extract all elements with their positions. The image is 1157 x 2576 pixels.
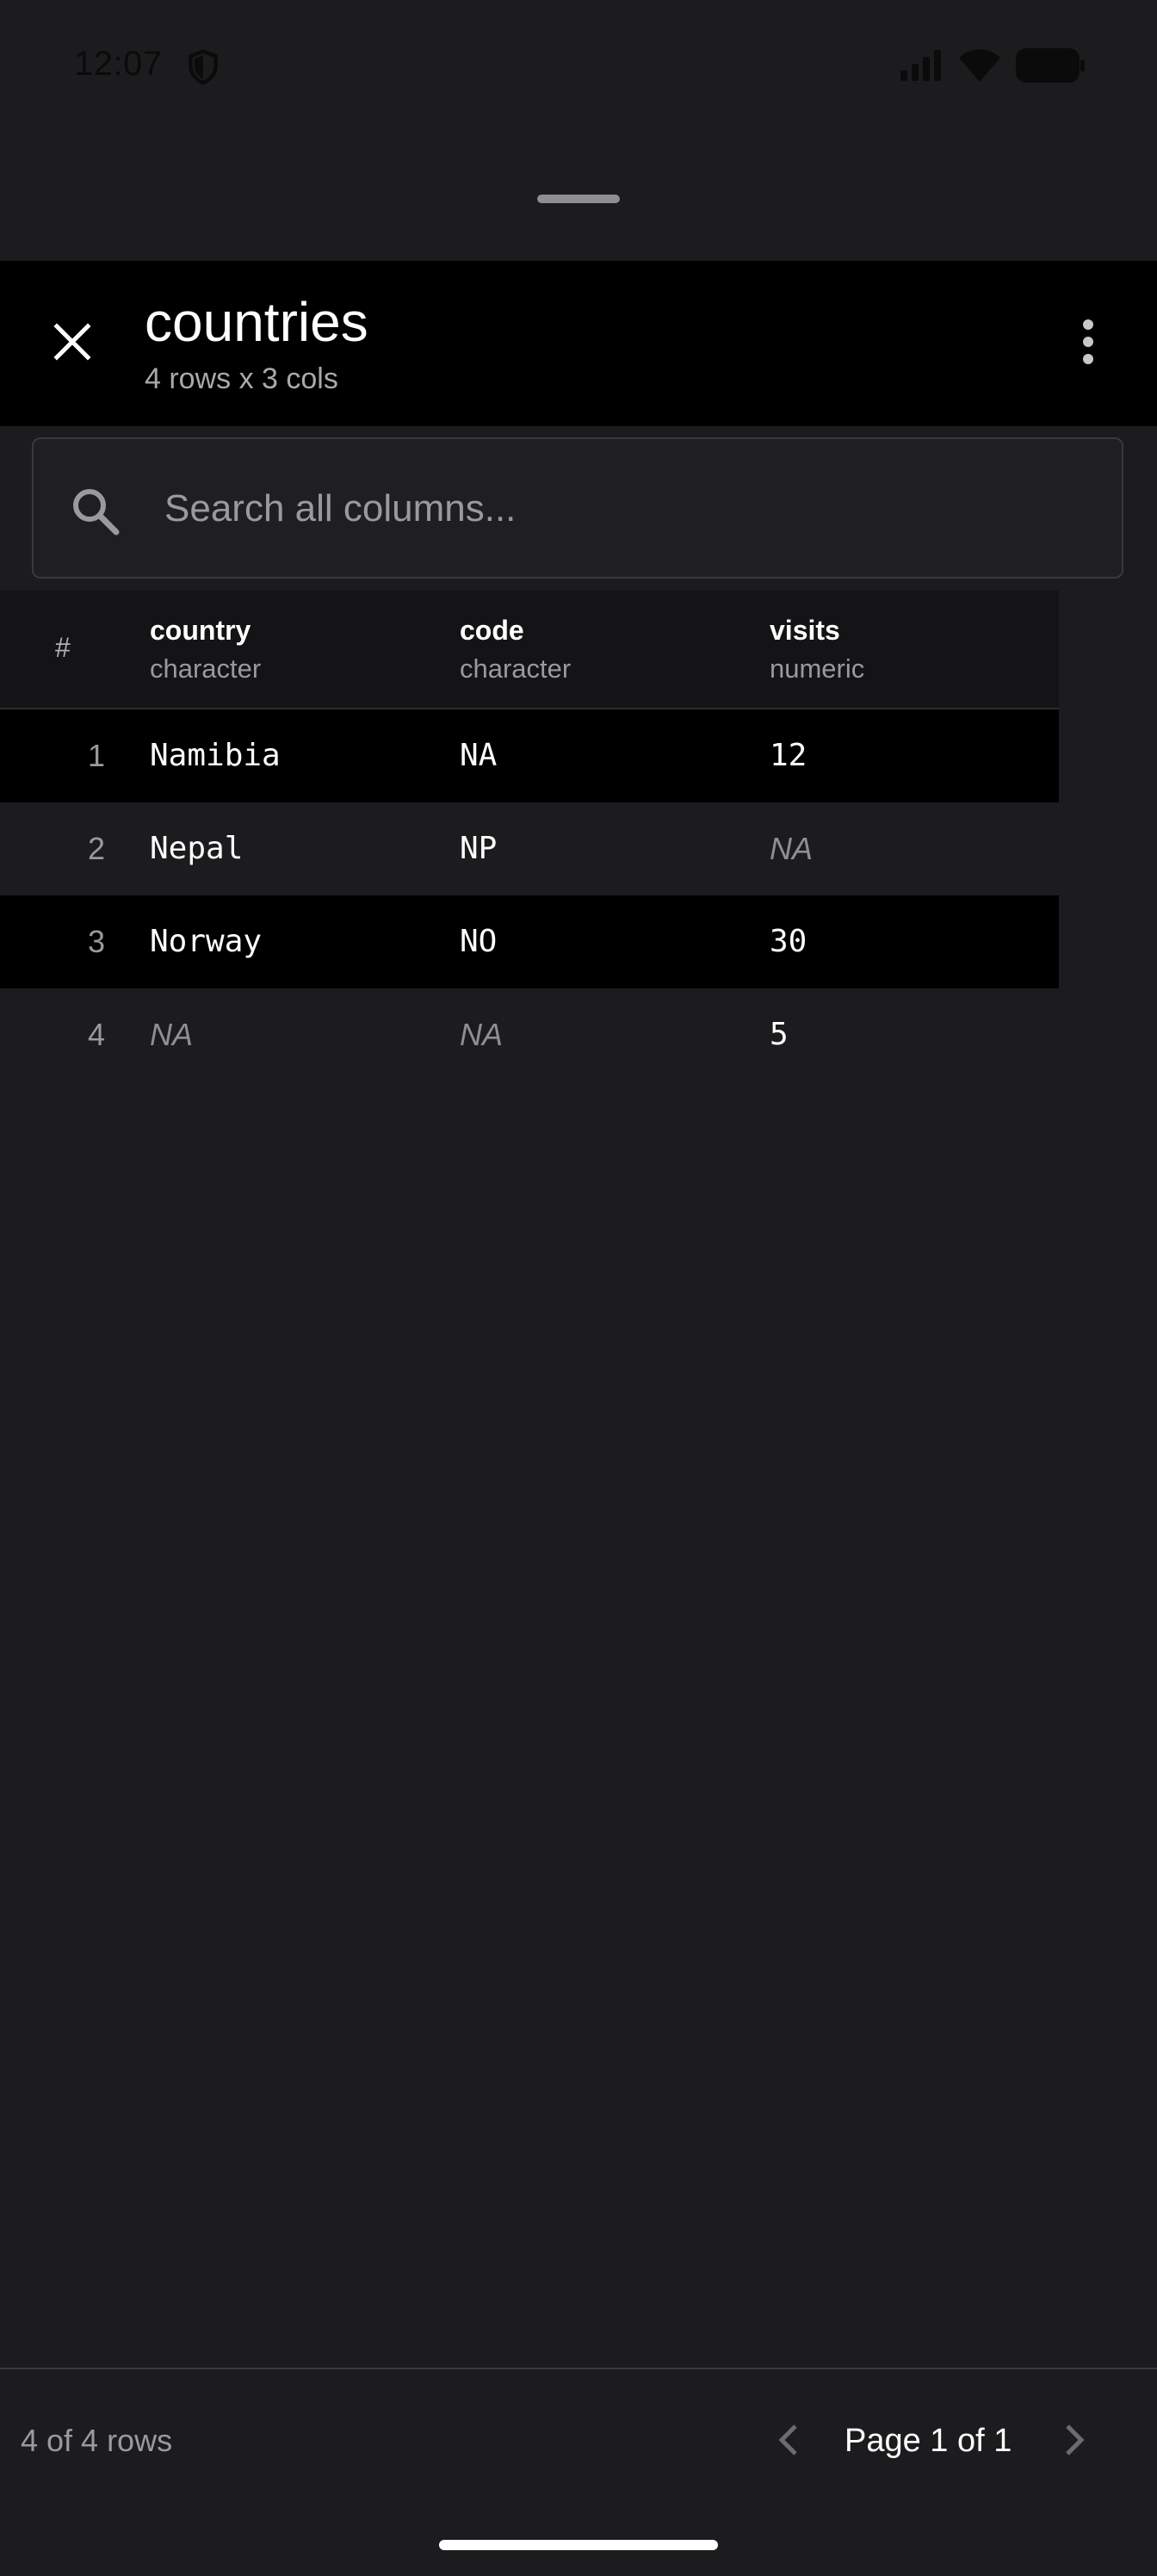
column-name: code	[460, 615, 524, 646]
row-index: 4	[87, 1017, 105, 1052]
page-indicator: Page 1 of 1	[845, 2423, 1012, 2459]
search-icon	[68, 484, 123, 539]
column-header-code[interactable]: code character	[460, 611, 571, 689]
status-icons	[900, 48, 1085, 87]
home-indicator[interactable]	[439, 2540, 718, 2550]
column-name: visits	[770, 615, 840, 646]
cell-visits: 30	[770, 924, 807, 959]
table-row[interactable]: 3 Norway NO 30	[0, 895, 1059, 988]
more-vert-icon	[1081, 318, 1095, 370]
signal-icon	[900, 50, 944, 85]
battery-icon	[1016, 48, 1085, 87]
column-type: character	[460, 653, 572, 684]
cell-code-missing: NA	[460, 1017, 504, 1052]
shield-icon	[184, 48, 222, 86]
column-type: numeric	[770, 653, 865, 684]
wifi-icon	[959, 49, 1000, 86]
row-index: 1	[87, 738, 105, 773]
search-field[interactable]	[32, 437, 1123, 579]
column-header-visits[interactable]: visits numeric	[770, 611, 864, 689]
chevron-left-icon	[775, 2423, 802, 2461]
search-input[interactable]	[163, 439, 1104, 579]
header-bar: countries 4 rows x 3 cols	[0, 261, 1157, 426]
cell-visits-missing: NA	[770, 831, 814, 866]
row-count: 4 of 4 rows	[21, 2423, 173, 2458]
column-name: country	[150, 615, 251, 646]
chevron-right-icon	[1061, 2423, 1088, 2461]
column-type: character	[150, 653, 262, 684]
cell-visits: 12	[770, 738, 807, 773]
row-index: 3	[87, 924, 105, 959]
index-column-header: #	[55, 632, 71, 663]
close-icon	[52, 321, 93, 367]
status-bar: 12:07	[0, 0, 1157, 138]
data-table: # country character code character visit…	[0, 591, 1059, 1081]
close-button[interactable]	[38, 309, 107, 378]
cell-country: Namibia	[150, 738, 281, 773]
table-viewer-screen: 12:07 countries 4 rows x 3 cols Search a…	[0, 0, 1157, 2576]
row-index: 2	[87, 831, 105, 866]
page-title: countries	[145, 291, 368, 353]
status-time: 12:07	[74, 45, 163, 83]
cell-visits: 5	[770, 1017, 789, 1052]
table-header: # country character code character visit…	[0, 591, 1059, 709]
more-options-button[interactable]	[1054, 309, 1123, 378]
dataset-dimensions: 4 rows x 3 cols	[145, 362, 338, 395]
table-row[interactable]: 4 NA NA 5	[0, 988, 1059, 1081]
cell-code: NP	[460, 831, 498, 866]
previous-page-button[interactable]	[754, 2407, 823, 2476]
cell-country-missing: NA	[150, 1017, 194, 1052]
column-header-country[interactable]: country character	[150, 611, 261, 689]
table-row[interactable]: 2 Nepal NP NA	[0, 802, 1059, 895]
cell-code: NO	[460, 924, 498, 959]
cell-country: Norway	[150, 924, 263, 959]
sheet-drag-handle[interactable]	[537, 195, 620, 203]
table-row[interactable]: 1 Namibia NA 12	[0, 709, 1059, 802]
cell-code: NA	[460, 738, 498, 773]
cell-country: Nepal	[150, 831, 244, 866]
next-page-button[interactable]	[1040, 2407, 1109, 2476]
